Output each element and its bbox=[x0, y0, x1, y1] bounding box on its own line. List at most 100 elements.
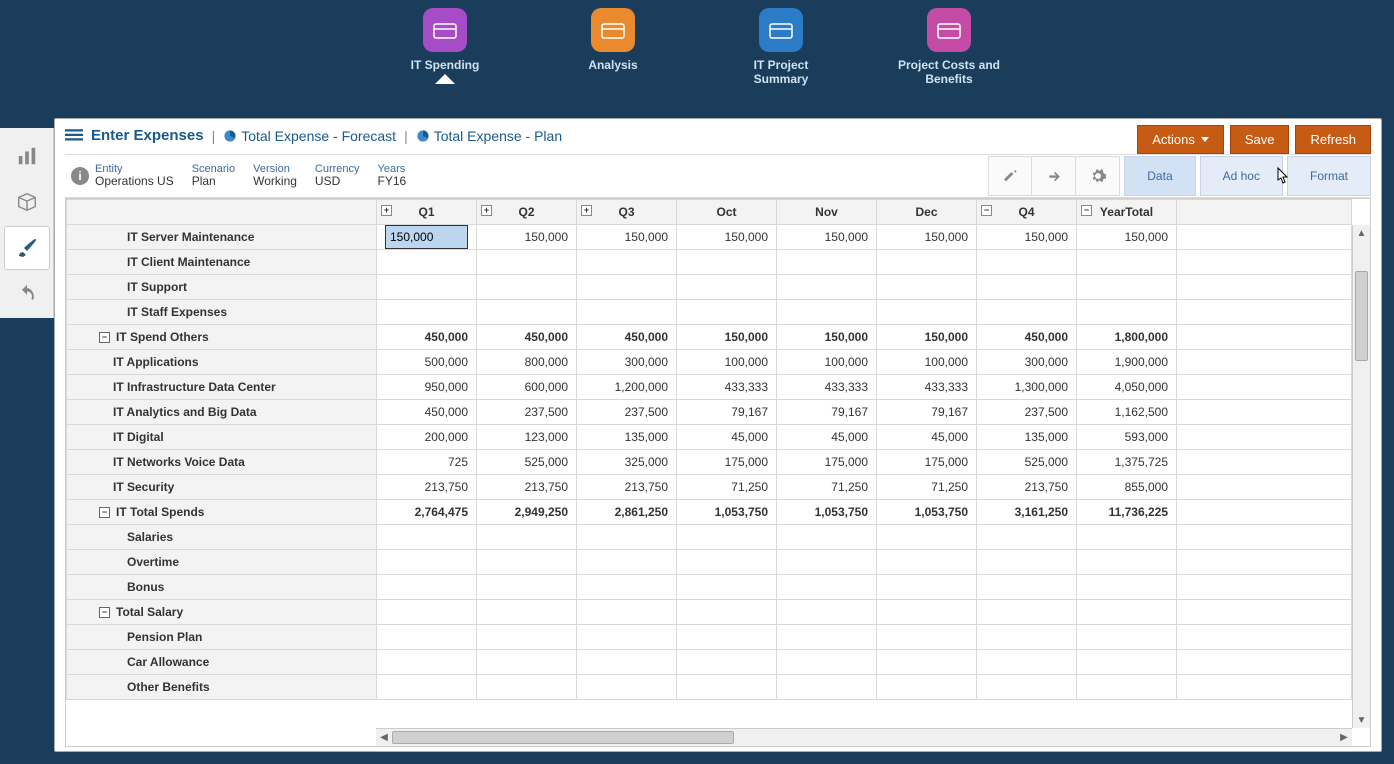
grid-cell[interactable] bbox=[477, 600, 577, 625]
grid-cell[interactable]: 175,000 bbox=[777, 450, 877, 475]
grid-cell[interactable]: 150,000 bbox=[877, 225, 977, 250]
breadcrumb-plan[interactable]: Total Expense - Plan bbox=[416, 128, 562, 144]
row-header[interactable]: IT Support bbox=[67, 275, 377, 300]
grid-cell[interactable] bbox=[577, 275, 677, 300]
sidebar-brush-icon[interactable] bbox=[4, 226, 50, 270]
row-header[interactable]: Other Benefits bbox=[67, 675, 377, 700]
grid-cell[interactable] bbox=[677, 525, 777, 550]
grid-cell[interactable]: 600,000 bbox=[477, 375, 577, 400]
grid-cell[interactable] bbox=[1077, 675, 1177, 700]
grid-cell[interactable]: 100,000 bbox=[677, 350, 777, 375]
grid-cell[interactable]: 123,000 bbox=[477, 425, 577, 450]
grid-cell[interactable] bbox=[877, 275, 977, 300]
row-header[interactable]: Salaries bbox=[67, 525, 377, 550]
column-header-q2[interactable]: +Q2 bbox=[477, 200, 577, 225]
column-expand-toggle[interactable]: + bbox=[481, 205, 492, 216]
grid-cell[interactable] bbox=[477, 575, 577, 600]
grid-cell[interactable]: 2,764,475 bbox=[377, 500, 477, 525]
row-header[interactable]: −IT Spend Others bbox=[67, 325, 377, 350]
grid-cell[interactable] bbox=[377, 650, 477, 675]
column-header-yeartotal[interactable]: −YearTotal bbox=[1077, 200, 1177, 225]
scroll-thumb-horizontal[interactable] bbox=[392, 731, 734, 744]
grid-cell[interactable]: 433,333 bbox=[777, 375, 877, 400]
grid-cell[interactable] bbox=[677, 575, 777, 600]
grid-cell[interactable] bbox=[777, 250, 877, 275]
grid-cell[interactable] bbox=[577, 600, 677, 625]
grid-cell[interactable] bbox=[977, 650, 1077, 675]
grid-cell[interactable] bbox=[577, 625, 677, 650]
grid-cell[interactable] bbox=[477, 300, 577, 325]
grid-cell[interactable]: 525,000 bbox=[477, 450, 577, 475]
grid-cell[interactable]: 150,000 bbox=[577, 225, 677, 250]
grid-cell[interactable] bbox=[577, 250, 677, 275]
grid-cell[interactable] bbox=[477, 550, 577, 575]
row-expand-toggle[interactable]: − bbox=[99, 332, 110, 343]
grid-cell[interactable]: 450,000 bbox=[477, 325, 577, 350]
grid-cell[interactable] bbox=[677, 300, 777, 325]
grid-cell[interactable]: 213,750 bbox=[577, 475, 677, 500]
nav-tile-project-costs-and-benefits[interactable]: Project Costs and Benefits bbox=[894, 8, 1004, 87]
grid-cell[interactable] bbox=[377, 525, 477, 550]
row-header[interactable]: Bonus bbox=[67, 575, 377, 600]
grid-cell[interactable]: 150,000 bbox=[677, 225, 777, 250]
grid-cell[interactable] bbox=[1077, 600, 1177, 625]
grid-cell[interactable]: 150,000 bbox=[977, 225, 1077, 250]
nav-tile-it-project-summary[interactable]: IT Project Summary bbox=[726, 8, 836, 87]
column-header-oct[interactable]: Oct bbox=[677, 200, 777, 225]
grid-cell[interactable]: 150,000 bbox=[877, 325, 977, 350]
grid-cell[interactable] bbox=[877, 675, 977, 700]
grid-cell[interactable]: 1,375,725 bbox=[1077, 450, 1177, 475]
grid-cell[interactable] bbox=[677, 275, 777, 300]
column-expand-toggle[interactable]: − bbox=[981, 205, 992, 216]
grid-cell[interactable]: 45,000 bbox=[777, 425, 877, 450]
grid-cell[interactable]: 1,162,500 bbox=[1077, 400, 1177, 425]
save-button[interactable]: Save bbox=[1230, 125, 1290, 154]
grid-cell[interactable] bbox=[577, 300, 677, 325]
grid-cell[interactable]: 71,250 bbox=[877, 475, 977, 500]
grid-cell[interactable]: 4,050,000 bbox=[1077, 375, 1177, 400]
grid-cell[interactable]: 593,000 bbox=[1077, 425, 1177, 450]
cell-editor-input[interactable] bbox=[385, 225, 468, 249]
grid-cell[interactable] bbox=[977, 675, 1077, 700]
grid-cell[interactable]: 79,167 bbox=[677, 400, 777, 425]
row-header[interactable]: IT Security bbox=[67, 475, 377, 500]
grid-cell[interactable]: 135,000 bbox=[977, 425, 1077, 450]
grid-cell[interactable] bbox=[877, 300, 977, 325]
grid-cell[interactable] bbox=[977, 525, 1077, 550]
nav-tile-it-spending[interactable]: IT Spending bbox=[390, 8, 500, 72]
grid-cell[interactable] bbox=[677, 600, 777, 625]
grid-cell[interactable]: 450,000 bbox=[977, 325, 1077, 350]
grid-cell[interactable]: 1,900,000 bbox=[1077, 350, 1177, 375]
grid-cell[interactable] bbox=[877, 525, 977, 550]
grid-cell[interactable]: 950,000 bbox=[377, 375, 477, 400]
grid-cell[interactable]: 325,000 bbox=[577, 450, 677, 475]
grid-cell[interactable] bbox=[477, 525, 577, 550]
grid-cell[interactable]: 150,000 bbox=[777, 225, 877, 250]
grid-cell[interactable] bbox=[377, 575, 477, 600]
refresh-button[interactable]: Refresh bbox=[1295, 125, 1371, 154]
grid-cell-editing[interactable] bbox=[377, 225, 477, 250]
pov-scenario[interactable]: ScenarioPlan bbox=[192, 163, 235, 188]
column-header-q3[interactable]: +Q3 bbox=[577, 200, 677, 225]
row-header[interactable]: −IT Total Spends bbox=[67, 500, 377, 525]
grid-cell[interactable] bbox=[1077, 250, 1177, 275]
grid-cell[interactable]: 100,000 bbox=[877, 350, 977, 375]
row-header[interactable]: Overtime bbox=[67, 550, 377, 575]
grid-cell[interactable]: 725 bbox=[377, 450, 477, 475]
grid-cell[interactable]: 1,300,000 bbox=[977, 375, 1077, 400]
grid-cell[interactable] bbox=[1077, 575, 1177, 600]
grid-cell[interactable] bbox=[777, 625, 877, 650]
scroll-left-arrow-icon[interactable]: ◀ bbox=[376, 729, 392, 746]
grid-cell[interactable]: 300,000 bbox=[977, 350, 1077, 375]
sidebar-undo-icon[interactable] bbox=[4, 272, 50, 316]
grid-cell[interactable]: 450,000 bbox=[377, 400, 477, 425]
row-header[interactable]: Car Allowance bbox=[67, 650, 377, 675]
grid-cell[interactable]: 175,000 bbox=[877, 450, 977, 475]
row-header[interactable]: IT Server Maintenance bbox=[67, 225, 377, 250]
scroll-thumb-vertical[interactable] bbox=[1355, 271, 1368, 361]
grid-cell[interactable] bbox=[777, 600, 877, 625]
grid-cell[interactable] bbox=[777, 675, 877, 700]
grid-cell[interactable]: 175,000 bbox=[677, 450, 777, 475]
grid-cell[interactable] bbox=[1077, 525, 1177, 550]
grid-cell[interactable]: 213,750 bbox=[477, 475, 577, 500]
